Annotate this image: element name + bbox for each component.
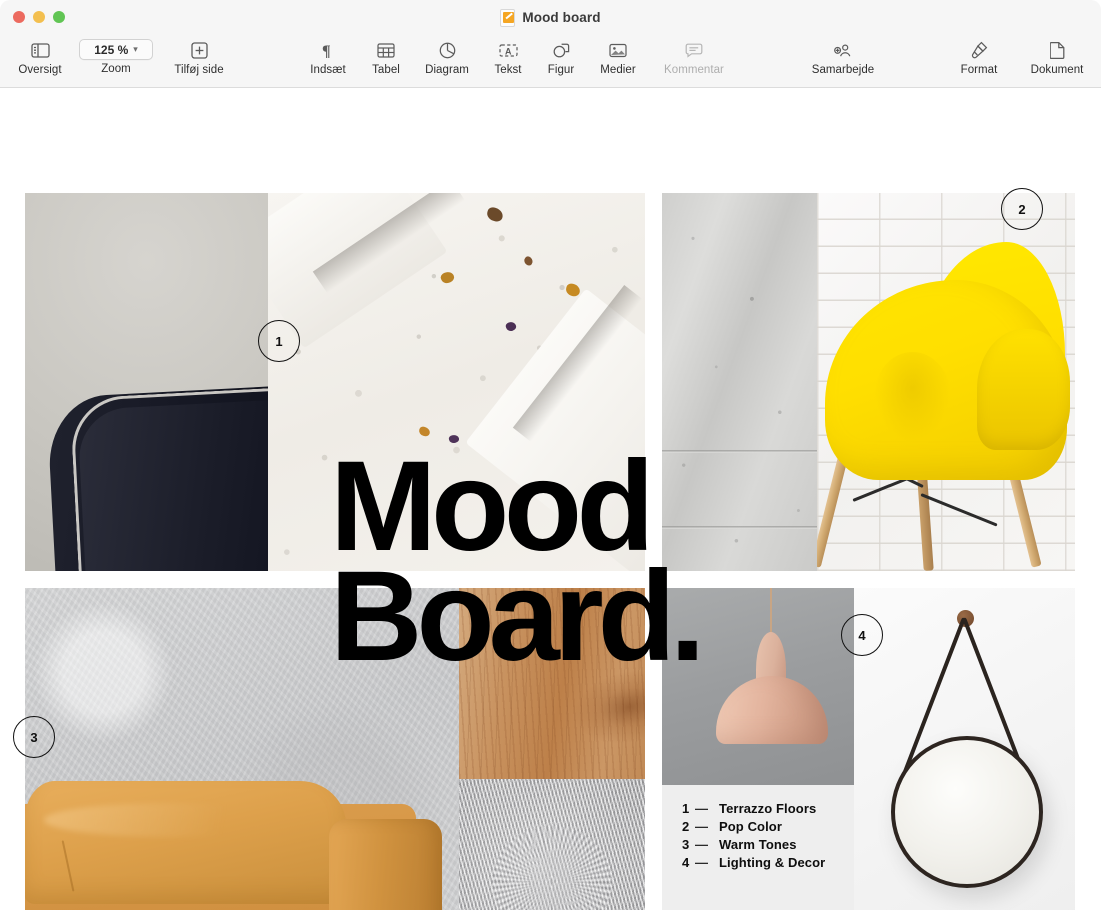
image-hanging-mirror[interactable]: [854, 588, 1075, 910]
add-page-icon: [191, 39, 208, 61]
toolbar-label-tilfoj-side: Tilføj side: [174, 64, 223, 76]
document-icon: [1050, 39, 1065, 61]
legend-panel: 1 — Terrazzo Floors 2 — Pop Color 3 — Wa…: [662, 785, 854, 910]
image-plaster-wall-camel-sofa[interactable]: [25, 588, 459, 910]
toolbar-label-zoom: Zoom: [101, 63, 131, 75]
toolbar-item-figur[interactable]: Figur: [535, 39, 587, 76]
legend-dash-2: —: [695, 819, 719, 834]
toolbar-item-zoom[interactable]: 125 % ▾ Zoom: [77, 39, 155, 75]
text-box-icon: A: [499, 39, 518, 61]
concrete-seam-2: [662, 526, 817, 529]
sofa-piping: [70, 388, 268, 571]
fur-swirl: [492, 826, 611, 910]
pilcrow-icon: ¶: [321, 39, 336, 61]
callout-badge-2-number: 2: [1018, 202, 1025, 217]
callout-badge-1[interactable]: 1: [258, 320, 300, 362]
legend-item-2: 2 — Pop Color: [682, 819, 825, 834]
pages-document-icon: [500, 9, 515, 27]
toolbar-item-tilfoj-side[interactable]: Tilføj side: [163, 39, 235, 76]
comment-icon: [685, 39, 703, 61]
callout-badge-1-number: 1: [275, 334, 282, 349]
toolbar-item-diagram[interactable]: Diagram: [414, 39, 480, 76]
media-image-icon: [609, 39, 627, 61]
legend-number-1: 1: [682, 801, 695, 816]
concrete-seam-1: [662, 450, 817, 453]
toolbar-label-tekst: Tekst: [494, 64, 521, 76]
image-terrazzo-slab[interactable]: [268, 193, 645, 571]
camel-sofa-armrest: [329, 819, 442, 910]
toolbar-label-medier: Medier: [600, 64, 635, 76]
table-icon: [377, 39, 395, 61]
toolbar-label-dokument: Dokument: [1031, 64, 1084, 76]
lamp-shade: [716, 676, 828, 744]
toolbar-label-figur: Figur: [548, 64, 574, 76]
legend-number-4: 4: [682, 855, 695, 870]
zoom-dropdown[interactable]: 125 % ▾: [79, 39, 153, 60]
legend-dash-4: —: [695, 855, 719, 870]
callout-badge-4[interactable]: 4: [841, 614, 883, 656]
legend-number-2: 2: [682, 819, 695, 834]
legend-item-3: 3 — Warm Tones: [682, 837, 825, 852]
chair-armrest: [977, 329, 1070, 450]
legend-item-1: 1 — Terrazzo Floors: [682, 801, 825, 816]
legend-dash-1: —: [695, 801, 719, 816]
image-concrete-wall[interactable]: [662, 193, 817, 571]
toolbar-item-dokument[interactable]: Dokument: [1019, 39, 1095, 76]
callout-badge-4-number: 4: [858, 628, 865, 643]
collaborate-icon: [833, 39, 853, 61]
toolbar-item-tekst[interactable]: A Tekst: [481, 39, 535, 76]
window-titlebar: Mood board: [0, 0, 1101, 35]
toolbar-label-indsaet: Indsæt: [310, 64, 345, 76]
callout-badge-3-number: 3: [30, 730, 37, 745]
toolbar-item-tabel[interactable]: Tabel: [358, 39, 414, 76]
callout-badge-2[interactable]: 2: [1001, 188, 1043, 230]
wood-knot: [568, 661, 645, 752]
toolbar-item-format[interactable]: Format: [948, 39, 1010, 76]
legend-text-4: Lighting & Decor: [719, 855, 825, 870]
svg-text:A: A: [505, 46, 512, 56]
toolbar-label-tabel: Tabel: [372, 64, 400, 76]
legend-text-1: Terrazzo Floors: [719, 801, 816, 816]
shapes-icon: [552, 39, 570, 61]
zoom-value: 125 %: [94, 43, 128, 57]
image-fur-rug[interactable]: [459, 779, 645, 910]
window-title: Mood board: [522, 10, 600, 25]
document-canvas[interactable]: 1 — Terrazzo Floors 2 — Pop Color 3 — Wa…: [0, 88, 1101, 910]
image-pendant-lamp[interactable]: [662, 588, 854, 785]
legend-number-3: 3: [682, 837, 695, 852]
toolbar-item-medier[interactable]: Medier: [588, 39, 648, 76]
toolbar-item-samarbejde[interactable]: Samarbejde: [797, 39, 889, 76]
chevron-down-icon: ▾: [133, 45, 138, 54]
legend-text-2: Pop Color: [719, 819, 782, 834]
toolbar-label-samarbejde: Samarbejde: [812, 64, 875, 76]
pie-chart-icon: [439, 39, 456, 61]
window-title-group: Mood board: [0, 0, 1101, 35]
sidebar-icon: [31, 39, 50, 61]
svg-text:¶: ¶: [322, 43, 331, 59]
main-toolbar: Oversigt 125 % ▾ Zoom Tilføj side: [0, 35, 1101, 88]
paintbrush-icon: [970, 39, 988, 61]
image-wood-grain[interactable]: [459, 588, 645, 779]
toolbar-item-indsaet[interactable]: ¶ Indsæt: [298, 39, 358, 76]
toolbar-label-format: Format: [961, 64, 998, 76]
pages-window: Mood board Oversigt 125 % ▾ Zoom: [0, 0, 1101, 910]
toolbar-label-kommentar: Kommentar: [664, 64, 724, 76]
toolbar-item-kommentar: Kommentar: [648, 39, 740, 76]
lamp-cord: [770, 588, 772, 634]
mirror-glass: [891, 736, 1043, 888]
callout-badge-3[interactable]: 3: [13, 716, 55, 758]
toolbar-item-oversigt[interactable]: Oversigt: [13, 39, 67, 76]
legend-dash-3: —: [695, 837, 719, 852]
legend-text-3: Warm Tones: [719, 837, 797, 852]
legend-list: 1 — Terrazzo Floors 2 — Pop Color 3 — Wa…: [682, 801, 825, 870]
toolbar-label-diagram: Diagram: [425, 64, 469, 76]
toolbar-label-oversigt: Oversigt: [18, 64, 61, 76]
image-dark-leather-sofa[interactable]: [25, 193, 268, 571]
image-yellow-eames-chair[interactable]: [817, 193, 1075, 571]
chair-seat-shadow: [874, 352, 951, 443]
legend-item-4: 4 — Lighting & Decor: [682, 855, 825, 870]
